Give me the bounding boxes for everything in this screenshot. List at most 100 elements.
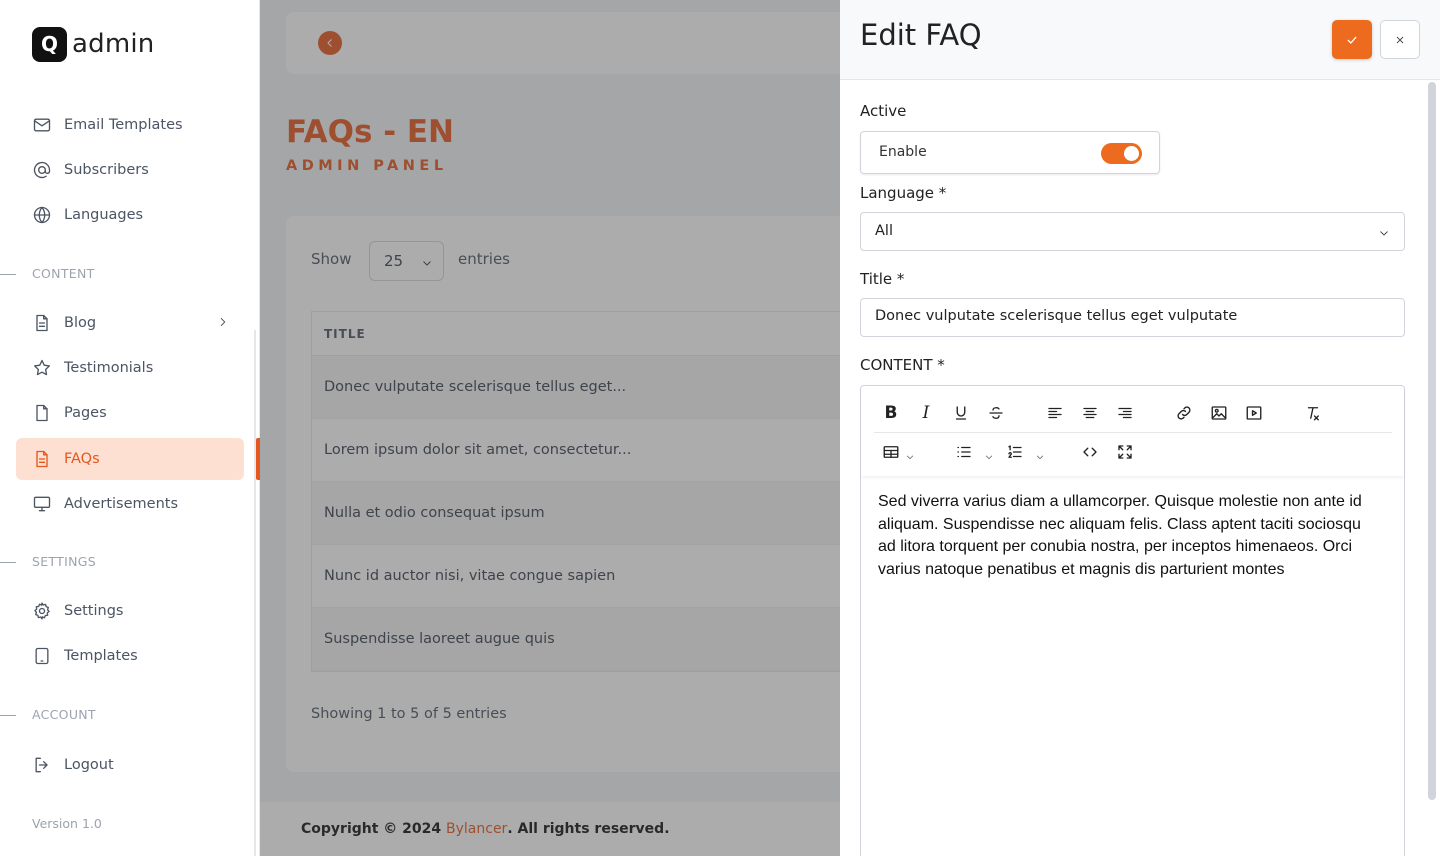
- sidebar-item-email-templates[interactable]: Email Templates: [16, 104, 244, 146]
- sidebar-item-label: Subscribers: [64, 162, 149, 178]
- switch-knob: [1124, 146, 1139, 161]
- monitor-icon: [32, 494, 52, 514]
- sidebar-item-logout[interactable]: Logout: [16, 744, 244, 786]
- numbered-list-button[interactable]: [1003, 440, 1027, 464]
- editor-content[interactable]: Sed viverra varius diam a ullamcorper. Q…: [878, 491, 1383, 581]
- drawer-scrollbar[interactable]: [1428, 82, 1436, 800]
- file-icon: [32, 403, 52, 423]
- chevron-down-icon[interactable]: [984, 447, 994, 460]
- mail-icon: [32, 115, 52, 135]
- clear-format-icon: [1307, 407, 1319, 421]
- save-button[interactable]: [1332, 20, 1372, 59]
- sidebar-item-label: FAQs: [64, 451, 100, 467]
- sidebar-item-label: Settings: [64, 603, 124, 619]
- align-left-icon: [1048, 407, 1062, 419]
- check-icon: [1347, 36, 1357, 44]
- link-icon: [1177, 406, 1191, 420]
- edit-faq-drawer: Edit FAQ Active Enable Language * All Ti…: [840, 0, 1440, 856]
- language-select[interactable]: All: [860, 212, 1405, 251]
- link-button[interactable]: [1172, 401, 1196, 425]
- logout-icon: [32, 755, 52, 775]
- sidebar-item-testimonials[interactable]: Testimonials: [16, 347, 244, 389]
- close-icon: [1396, 36, 1404, 43]
- at-icon: [32, 160, 52, 180]
- chevron-down-icon[interactable]: [905, 447, 915, 460]
- gear-icon: [32, 601, 52, 621]
- sidebar: Q admin Email Templates Subscribers Lang…: [0, 0, 260, 856]
- document-icon: [32, 449, 52, 469]
- sidebar-item-label: Pages: [64, 405, 107, 421]
- title-input[interactable]: Donec vulputate scelerisque tellus eget …: [860, 298, 1405, 337]
- editor-toolbar: B I: [861, 386, 1404, 476]
- bold-button[interactable]: B: [879, 401, 903, 425]
- bold-icon: B: [884, 403, 898, 423]
- bullet-list-button[interactable]: [952, 440, 976, 464]
- numbered-list-icon: [1008, 445, 1022, 458]
- section-divider: [0, 715, 16, 716]
- language-label: Language *: [860, 184, 947, 202]
- sidebar-item-label: Templates: [64, 648, 138, 664]
- active-label: Active: [860, 102, 907, 120]
- section-label-settings: SETTINGS: [32, 554, 96, 569]
- table-button[interactable]: [879, 440, 903, 464]
- modal-backdrop[interactable]: [260, 0, 840, 856]
- sidebar-item-templates[interactable]: Templates: [16, 635, 244, 677]
- sidebar-item-label: Advertisements: [64, 496, 178, 512]
- sidebar-item-label: Email Templates: [64, 117, 183, 133]
- code-view-button[interactable]: [1078, 440, 1102, 464]
- align-right-button[interactable]: [1113, 401, 1137, 425]
- toolbar-divider: [874, 432, 1392, 433]
- section-label-account: ACCOUNT: [32, 707, 96, 722]
- sidebar-item-blog[interactable]: Blog: [16, 302, 244, 344]
- drawer-title: Edit FAQ: [860, 18, 982, 52]
- tablet-icon: [32, 646, 52, 666]
- enable-label: Enable: [879, 144, 927, 160]
- code-icon: [1083, 447, 1097, 457]
- section-label-content: CONTENT: [32, 266, 95, 281]
- table-icon: [883, 446, 899, 458]
- sidebar-item-label: Logout: [64, 757, 114, 773]
- fullscreen-icon: [1118, 445, 1132, 459]
- italic-button[interactable]: I: [914, 401, 938, 425]
- sidebar-item-label: Testimonials: [64, 360, 154, 376]
- globe-icon: [32, 205, 52, 225]
- align-left-button[interactable]: [1043, 401, 1067, 425]
- align-center-icon: [1083, 407, 1097, 419]
- language-value: All: [875, 223, 893, 239]
- sidebar-item-settings[interactable]: Settings: [16, 590, 244, 632]
- sidebar-item-languages[interactable]: Languages: [16, 194, 244, 236]
- underline-icon: [955, 406, 967, 420]
- align-center-button[interactable]: [1078, 401, 1102, 425]
- video-button[interactable]: [1242, 401, 1266, 425]
- rich-text-editor: B I Sed viverra varius diam a ullamcorpe…: [860, 385, 1405, 856]
- section-divider: [0, 274, 16, 275]
- logo-badge: Q: [32, 26, 67, 62]
- content-label: CONTENT *: [860, 356, 945, 374]
- strikethrough-button[interactable]: [984, 401, 1008, 425]
- sidebar-scrollbar[interactable]: [254, 330, 256, 856]
- underline-button[interactable]: [949, 401, 973, 425]
- logo-text: admin: [72, 29, 155, 59]
- chevron-down-icon: [1380, 231, 1388, 236]
- section-divider: [0, 562, 16, 563]
- enable-switch[interactable]: [1101, 143, 1142, 164]
- document-icon: [32, 313, 52, 333]
- close-button[interactable]: [1380, 20, 1420, 59]
- sidebar-item-pages[interactable]: Pages: [16, 392, 244, 434]
- image-button[interactable]: [1207, 401, 1231, 425]
- align-right-icon: [1118, 407, 1132, 419]
- sidebar-item-label: Blog: [64, 315, 97, 331]
- chevron-down-icon[interactable]: [1035, 447, 1045, 460]
- star-icon: [32, 358, 52, 378]
- logo[interactable]: Q admin: [32, 26, 154, 62]
- clear-format-button[interactable]: [1301, 401, 1325, 425]
- video-icon: [1246, 406, 1262, 420]
- chevron-right-icon: [216, 315, 230, 333]
- fullscreen-button[interactable]: [1113, 440, 1137, 464]
- sidebar-item-label: Languages: [64, 207, 144, 223]
- italic-icon: I: [922, 403, 930, 423]
- sidebar-item-faqs[interactable]: FAQs: [16, 438, 244, 480]
- sidebar-item-advertisements[interactable]: Advertisements: [16, 483, 244, 525]
- sidebar-item-subscribers[interactable]: Subscribers: [16, 149, 244, 191]
- version-label: Version 1.0: [32, 816, 102, 831]
